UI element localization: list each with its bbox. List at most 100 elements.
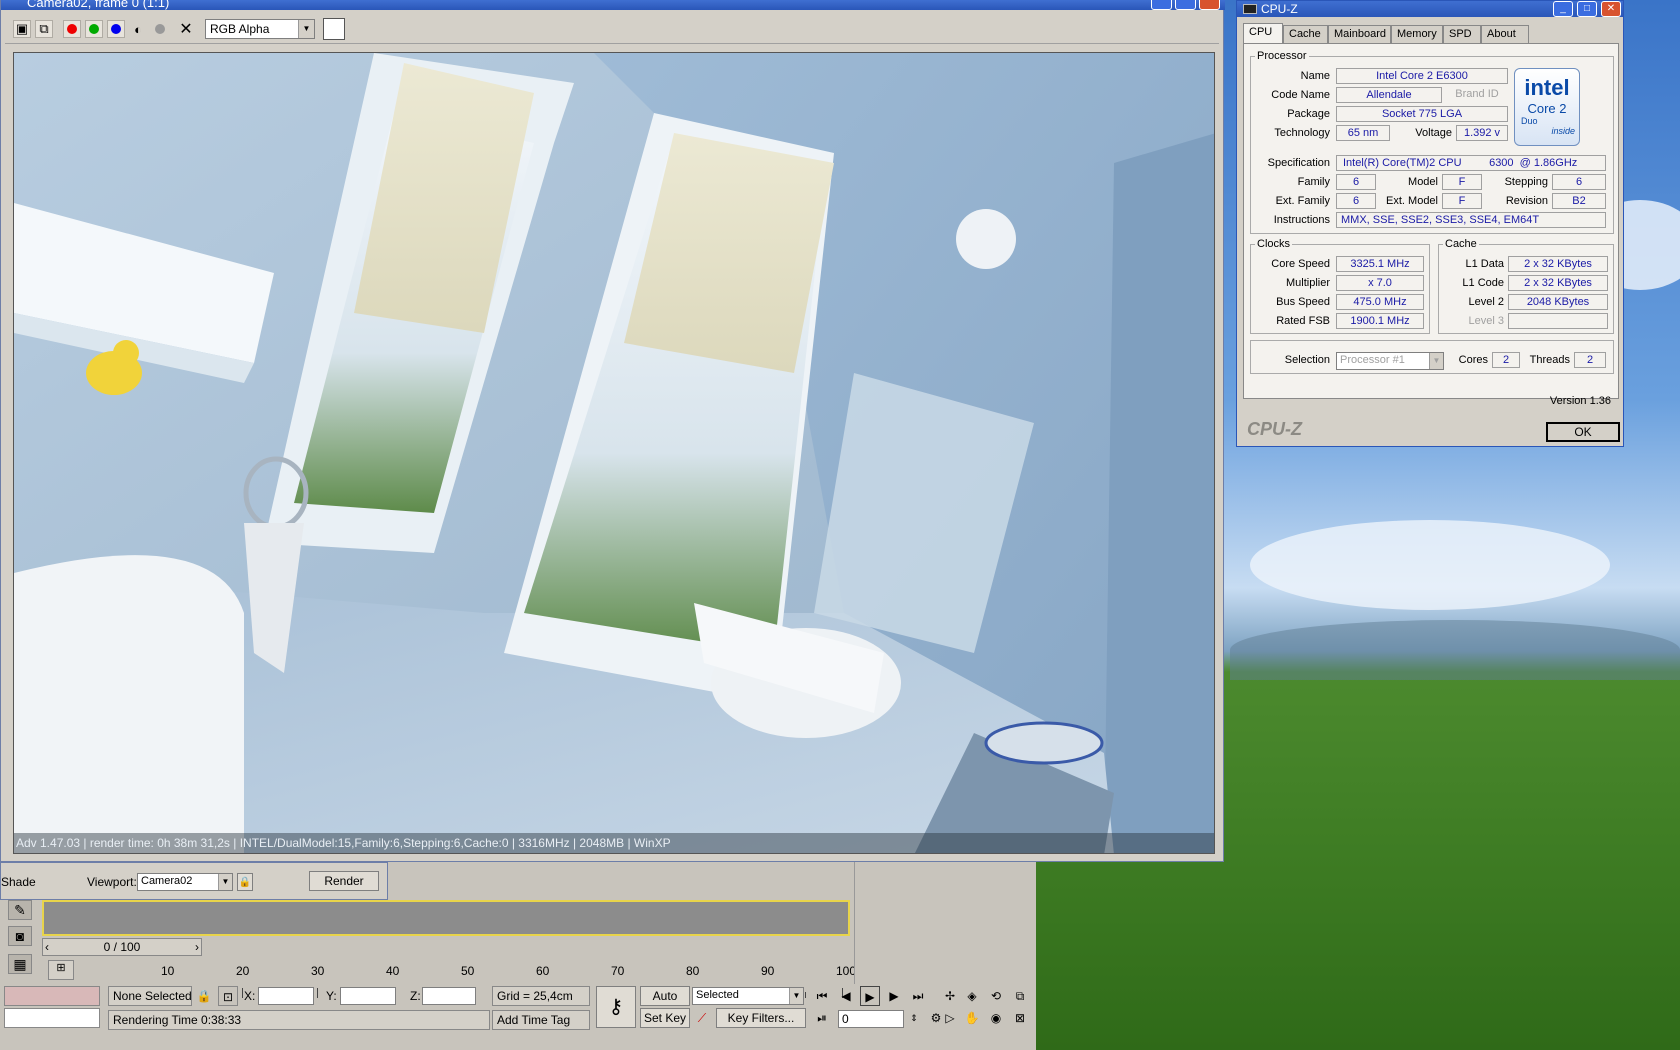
red-channel-icon[interactable] <box>63 20 81 38</box>
next-frame-icon[interactable]: ▶ <box>884 986 904 1006</box>
name-label: Name <box>1300 70 1330 82</box>
alpha-channel-icon[interactable]: ◐ <box>129 20 147 38</box>
previous-frame-icon[interactable]: ◀ <box>836 986 856 1006</box>
y-label: Y: <box>326 989 337 1003</box>
blue-channel-icon[interactable] <box>107 20 125 38</box>
curve-editor-icon[interactable]: ✎ <box>8 900 32 920</box>
color-swatch[interactable] <box>323 18 345 40</box>
key-mode-icon[interactable]: ⊞ <box>48 960 74 980</box>
z-coordinate-input[interactable] <box>422 987 476 1005</box>
busspeed-label: Bus Speed <box>1276 296 1330 308</box>
cpuz-cpu-panel: Processor Name Intel Core 2 E6300 Code N… <box>1243 43 1619 399</box>
rendered-image: Adv 1.47.03 | render time: 0h 38m 31,2s … <box>13 52 1215 854</box>
lock-selection-icon[interactable]: 🔒 <box>194 986 214 1006</box>
intel-logo-text: intel <box>1524 75 1570 100</box>
transform-type-icon[interactable]: ⊡ <box>218 986 238 1006</box>
technology-label: Technology <box>1274 127 1330 139</box>
time-slider[interactable]: ‹ 0 / 100 › <box>42 938 202 956</box>
auto-key-button[interactable]: Auto Key <box>640 986 690 1021</box>
revision-value: B2 <box>1552 193 1606 209</box>
tab-mainboard[interactable]: Mainboard <box>1328 25 1391 43</box>
film-icon[interactable]: ▦ <box>8 954 32 974</box>
maxscript-listener-white[interactable] <box>4 1008 100 1028</box>
maximize-button[interactable]: □ <box>1577 1 1597 17</box>
selection-status: None Selected <box>108 986 192 1006</box>
ruler-label: 70 <box>611 964 625 978</box>
ruler-label: 20 <box>236 964 250 978</box>
spinner-icon[interactable]: ⇕ <box>904 1008 924 1028</box>
left-tool-icons: ✎ ◙ ▦ <box>0 900 40 984</box>
minimize-button[interactable]: _ <box>1553 1 1573 17</box>
camera-icon[interactable]: ◙ <box>8 926 32 946</box>
clear-icon[interactable]: ✕ <box>177 20 195 38</box>
chevron-down-icon[interactable]: ▼ <box>789 988 803 1004</box>
green-channel-icon[interactable] <box>85 20 103 38</box>
field-of-view-icon[interactable]: ▷ <box>940 1008 960 1028</box>
render-window-titlebar[interactable]: Camera02, frame 0 (1:1) <box>1 0 1225 10</box>
tab-about[interactable]: About <box>1481 25 1529 43</box>
maximize-button[interactable] <box>1175 0 1196 10</box>
chevron-left-icon[interactable]: ‹ <box>45 939 49 955</box>
key-mode-toggle-icon[interactable]: ⏯ <box>812 1008 832 1028</box>
track-view-area[interactable] <box>42 900 850 936</box>
mono-channel-icon[interactable] <box>151 20 169 38</box>
play-icon[interactable]: ▶ <box>860 986 880 1006</box>
key-mode-value: Selected <box>696 989 739 1001</box>
instructions-value: MMX, SSE, SSE2, SSE3, SSE4, EM64T <box>1336 212 1606 228</box>
cpuz-window: CPU-Z _ □ ✕ CPU Cache Mainboard Memory S… <box>1236 0 1624 447</box>
stepping-label: Stepping <box>1504 176 1548 188</box>
render-toolbar: ▣ ⧉ ◐ ✕ RGB Alpha ▼ <box>5 14 1219 44</box>
chevron-down-icon[interactable]: ▼ <box>218 874 232 890</box>
close-button[interactable] <box>1199 0 1220 10</box>
tab-memory[interactable]: Memory <box>1391 25 1443 43</box>
maximize-viewport-icon[interactable]: ⧉ <box>1010 986 1030 1006</box>
x-coordinate-input[interactable] <box>258 987 314 1005</box>
render-window-title: Camera02, frame 0 (1:1) <box>27 0 170 10</box>
maxscript-listener-pink[interactable] <box>4 986 100 1006</box>
chevron-down-icon[interactable]: ▼ <box>1429 353 1443 369</box>
core2-logo-text: Core 2 <box>1527 101 1567 116</box>
tab-spd[interactable]: SPD <box>1443 25 1481 43</box>
pan-icon[interactable]: ✋ <box>962 1008 982 1028</box>
orbit-icon[interactable]: ⟲ <box>986 986 1006 1006</box>
zoom-icon[interactable]: ✢ <box>940 986 960 1006</box>
voltage-label: Voltage <box>1415 127 1452 139</box>
tab-cpu[interactable]: CPU <box>1243 23 1283 43</box>
chevron-right-icon[interactable]: › <box>195 939 199 955</box>
channel-value: RGB Alpha <box>210 22 270 36</box>
ok-button[interactable]: OK <box>1546 422 1620 442</box>
add-time-tag-button[interactable]: Add Time Tag <box>492 1010 590 1030</box>
key-icon[interactable]: ⚷ <box>596 986 636 1028</box>
chevron-down-icon[interactable]: ▼ <box>298 20 314 38</box>
processor-select[interactable]: Processor #1 ▼ <box>1336 352 1444 370</box>
multiplier-label: Multiplier <box>1285 277 1330 289</box>
default-tangent-icon[interactable]: ⟋ <box>692 1008 712 1028</box>
codename-label: Code Name <box>1271 89 1330 101</box>
ruler-label: 80 <box>686 964 700 978</box>
go-to-start-icon[interactable]: ⏮ <box>812 986 832 1006</box>
render-button[interactable]: Render <box>309 871 379 891</box>
current-frame-input[interactable]: 0 <box>838 1010 904 1028</box>
ruler-label: 30 <box>311 964 325 978</box>
zoom-all-icon[interactable]: ◈ <box>962 986 982 1006</box>
go-to-end-icon[interactable]: ⏭ <box>908 986 928 1006</box>
save-image-icon[interactable]: ▣ <box>13 20 31 38</box>
key-mode-dropdown[interactable]: Selected ▼ <box>692 987 804 1005</box>
set-key-button[interactable]: Set Key <box>640 1008 690 1028</box>
viewport-dropdown[interactable]: Camera02 ▼ <box>137 873 233 891</box>
close-button[interactable]: ✕ <box>1601 1 1621 17</box>
clone-window-icon[interactable]: ⧉ <box>35 20 53 38</box>
y-coordinate-input[interactable] <box>340 987 396 1005</box>
x-label: X: <box>244 989 256 1003</box>
tab-cache[interactable]: Cache <box>1283 25 1328 43</box>
spec-value: Intel(R) Core(TM)2 CPU 6300 @ 1.86GHz <box>1336 155 1606 171</box>
arc-rotate-icon[interactable]: ◉ <box>986 1008 1006 1028</box>
key-filters-button[interactable]: Key Filters... <box>716 1008 806 1028</box>
lock-icon[interactable]: 🔒 <box>237 873 253 891</box>
minimize-button[interactable] <box>1151 0 1172 10</box>
channel-dropdown[interactable]: RGB Alpha ▼ <box>205 19 315 39</box>
cpuz-titlebar[interactable]: CPU-Z _ □ ✕ <box>1237 1 1623 17</box>
min-max-toggle-icon[interactable]: ⊠ <box>1010 1008 1030 1028</box>
l1code-value: 2 x 32 KBytes <box>1508 275 1608 291</box>
cores-value: 2 <box>1492 352 1520 368</box>
